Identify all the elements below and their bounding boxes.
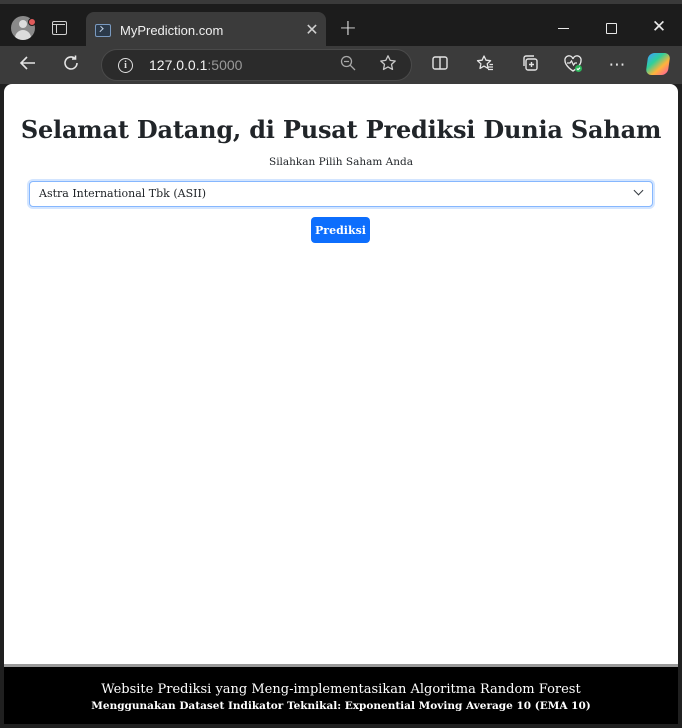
collections-icon[interactable]: [519, 54, 541, 76]
tab-actions-icon[interactable]: [52, 21, 67, 35]
info-icon[interactable]: i: [118, 58, 133, 73]
footer-subtitle: Menggunakan Dataset Indikator Teknikal: …: [91, 700, 591, 712]
profile-notification-dot: [28, 18, 36, 26]
browser-toolbar: i 127.0.0.1:5000 ⋯: [0, 46, 682, 84]
url-port: :5000: [207, 57, 243, 73]
split-screen-icon[interactable]: [429, 54, 451, 76]
url-host: 127.0.0.1: [149, 57, 208, 73]
star-icon[interactable]: [378, 54, 398, 74]
heart-pulse-icon[interactable]: [562, 54, 584, 76]
page-viewport: Selamat Datang, di Pusat Prediksi Dunia …: [4, 84, 678, 724]
chevron-down-icon: [633, 185, 644, 196]
stock-select[interactable]: Astra International Tbk (ASII): [29, 181, 653, 207]
back-arrow-icon[interactable]: [17, 54, 39, 76]
refresh-icon[interactable]: [60, 54, 82, 76]
window-close-icon[interactable]: ✕: [649, 17, 669, 37]
zoom-out-icon[interactable]: [338, 55, 358, 75]
terminal-favicon-icon: [95, 24, 111, 37]
plus-icon[interactable]: +: [338, 18, 358, 40]
close-icon[interactable]: ✕: [303, 21, 321, 39]
page-title: Selamat Datang, di Pusat Prediksi Dunia …: [20, 115, 662, 144]
url-text[interactable]: 127.0.0.1:5000: [149, 57, 242, 73]
page-subtitle: Silahkan Pilih Saham Anda: [269, 156, 413, 168]
maximize-icon[interactable]: [606, 23, 617, 34]
copilot-icon[interactable]: [645, 53, 671, 75]
footer: Website Prediksi yang Meng-implementasik…: [4, 664, 678, 724]
tab-title: MyPrediction.com: [120, 23, 224, 38]
stock-select-value: Astra International Tbk (ASII): [39, 187, 207, 200]
more-icon[interactable]: ⋯: [606, 54, 628, 76]
tab-bar: MyPrediction.com ✕ + ✕: [0, 0, 682, 50]
predict-button[interactable]: Prediksi: [311, 217, 370, 243]
address-bar[interactable]: i 127.0.0.1:5000: [101, 49, 412, 81]
tab-active[interactable]: MyPrediction.com ✕: [86, 12, 326, 50]
footer-title: Website Prediksi yang Meng-implementasik…: [101, 682, 581, 697]
minimize-icon[interactable]: [558, 28, 569, 29]
favorites-icon[interactable]: [474, 54, 496, 76]
